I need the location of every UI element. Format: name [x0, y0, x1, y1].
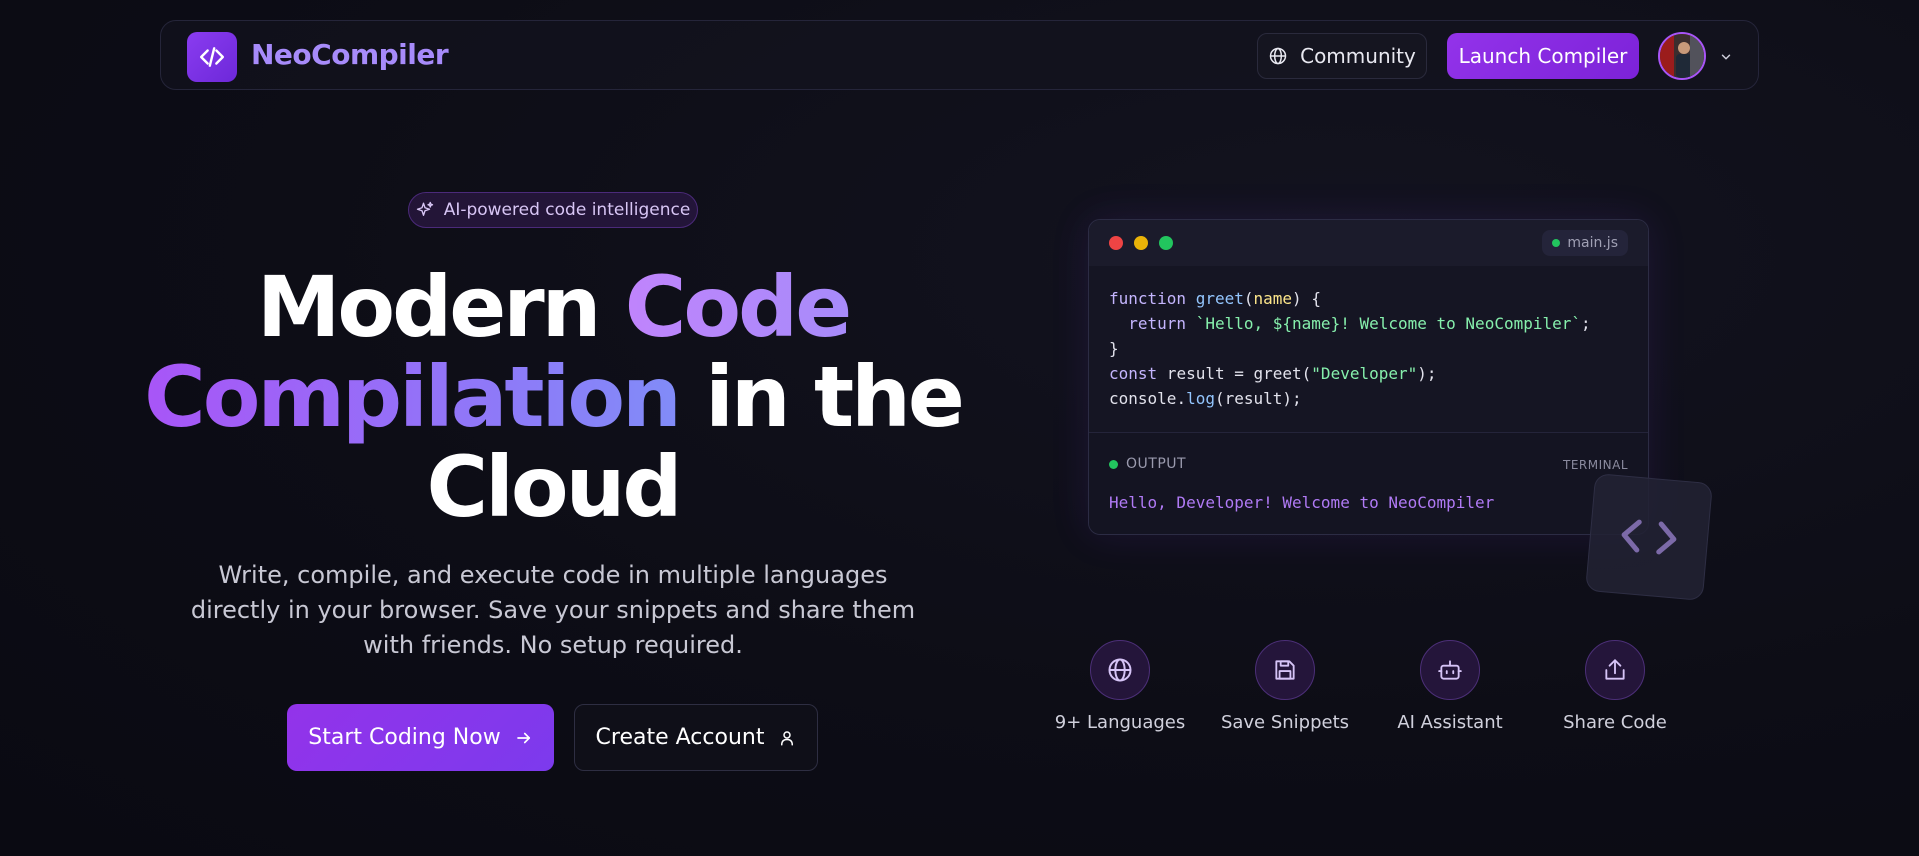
share-icon	[1585, 640, 1645, 700]
floating-code-card	[1585, 473, 1713, 601]
brand-name[interactable]: NeoCompiler	[251, 38, 449, 71]
code-object: console	[1109, 389, 1177, 408]
code-snippet[interactable]: function greet(name) { return `Hello, ${…	[1109, 286, 1591, 411]
title-part-in-the: in the	[678, 348, 965, 446]
launch-label: Launch Compiler	[1458, 44, 1628, 68]
bot-icon	[1420, 640, 1480, 700]
window-titlebar: main.js	[1089, 220, 1648, 266]
feature-languages[interactable]: 9+ Languages	[1035, 640, 1205, 733]
code-text: result = greet(	[1157, 364, 1312, 383]
feature-label: AI Assistant	[1397, 712, 1503, 733]
file-tab[interactable]: main.js	[1542, 230, 1628, 256]
code-keyword: return	[1128, 314, 1187, 333]
globe-icon	[1269, 47, 1287, 65]
hero-subtitle: Write, compile, and execute code in mult…	[190, 561, 916, 659]
sparkles-icon	[416, 201, 433, 216]
top-navbar: NeoCompiler Community Launch Compiler	[160, 20, 1759, 90]
title-part-compilation: Compilation	[144, 348, 682, 446]
output-label: OUTPUT	[1126, 456, 1187, 472]
create-account-button[interactable]: Create Account	[574, 704, 818, 771]
code-keyword: const	[1109, 364, 1158, 383]
code-brackets-icon	[1621, 519, 1677, 555]
title-part-modern: Modern	[256, 258, 625, 356]
arrow-right-icon	[516, 732, 530, 743]
feature-save-snippets[interactable]: Save Snippets	[1200, 640, 1370, 733]
feature-label: 9+ Languages	[1054, 712, 1186, 733]
output-text: Hello, Developer! Welcome to NeoCompiler	[1109, 493, 1495, 512]
minimize-dot	[1134, 236, 1148, 250]
launch-compiler-button[interactable]: Launch Compiler	[1447, 33, 1639, 79]
user-icon	[781, 730, 794, 745]
code-editor-window: main.js function greet(name) { return `H…	[1088, 219, 1649, 535]
code-keyword: function	[1109, 289, 1187, 308]
logo-code-icon[interactable]	[187, 32, 237, 82]
community-button[interactable]: Community	[1257, 33, 1427, 79]
code-string: `Hello, ${name}! Welcome to NeoCompiler`	[1195, 314, 1582, 333]
output-panel: OUTPUT TERMINAL Hello, Developer! Welcom…	[1089, 432, 1648, 534]
community-label: Community	[1300, 44, 1416, 68]
code-brace: }	[1109, 339, 1119, 358]
ai-badge: AI-powered code intelligence	[408, 192, 698, 228]
feature-share-code[interactable]: Share Code	[1530, 640, 1700, 733]
feature-label: Share Code	[1563, 712, 1667, 733]
terminal-label[interactable]: TERMINAL	[1563, 458, 1628, 472]
code-method: log	[1186, 389, 1215, 408]
filename-label: main.js	[1567, 235, 1618, 251]
code-param: name	[1253, 289, 1293, 308]
maximize-dot	[1159, 236, 1173, 250]
code-text: (result);	[1214, 389, 1302, 408]
title-part-cloud: Cloud	[426, 438, 682, 536]
badge-text: AI-powered code intelligence	[443, 200, 691, 220]
status-dot	[1552, 239, 1561, 247]
title-part-code: Code	[624, 258, 852, 356]
close-dot	[1109, 236, 1123, 250]
chevron-down-icon[interactable]	[1719, 49, 1733, 68]
feature-label: Save Snippets	[1220, 712, 1350, 733]
code-function: greet	[1195, 289, 1244, 308]
globe-icon	[1090, 640, 1150, 700]
code-string: "Developer"	[1311, 364, 1418, 383]
start-coding-label: Start Coding Now	[308, 725, 501, 750]
start-coding-button[interactable]: Start Coding Now	[287, 704, 554, 771]
output-status-dot	[1109, 459, 1118, 469]
create-account-label: Create Account	[595, 725, 765, 750]
output-header: OUTPUT	[1109, 456, 1186, 472]
user-avatar[interactable]	[1658, 32, 1706, 80]
feature-ai-assistant[interactable]: AI Assistant	[1365, 640, 1535, 733]
save-icon	[1255, 640, 1315, 700]
hero-title: Modern Code Compilation in the Cloud	[140, 262, 966, 532]
